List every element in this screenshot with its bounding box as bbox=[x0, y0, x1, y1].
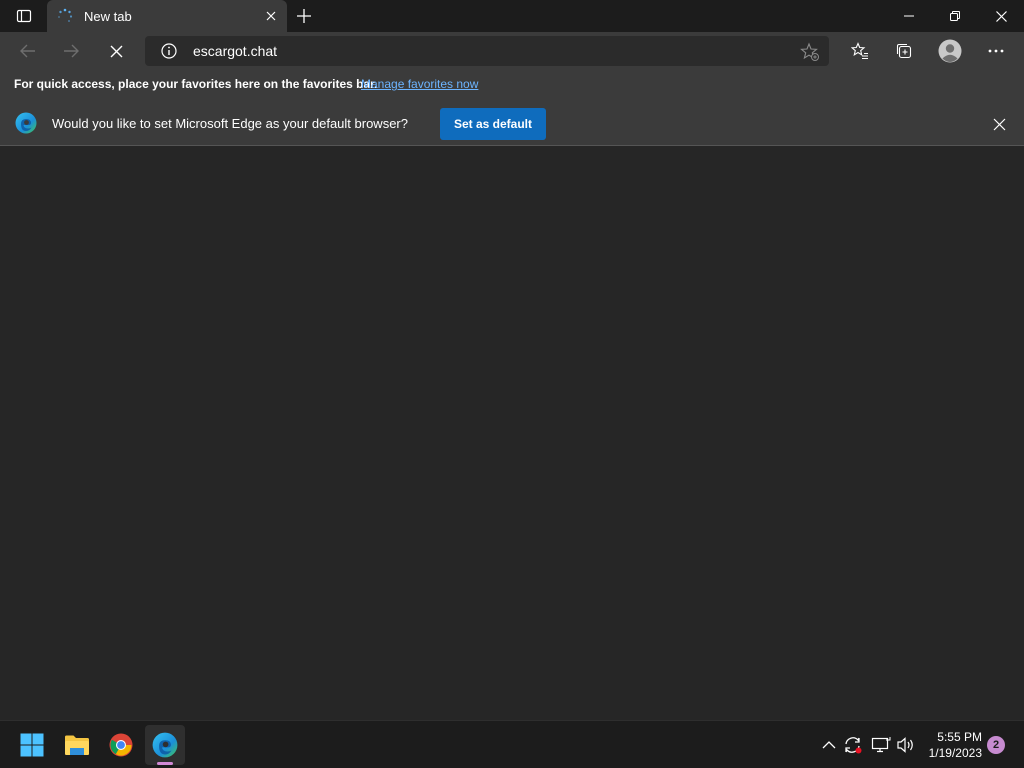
page-content-area[interactable] bbox=[0, 147, 1024, 720]
arrow-left-icon bbox=[20, 44, 35, 58]
desktop-screen: New tab escargot.chat For quick access, … bbox=[0, 0, 1024, 768]
forward-button[interactable] bbox=[55, 35, 87, 67]
tab-new-tab[interactable]: New tab bbox=[47, 0, 287, 32]
title-bar: New tab bbox=[0, 0, 1024, 32]
chrome-icon bbox=[109, 733, 133, 757]
manage-favorites-link[interactable]: Manage favorites now bbox=[361, 77, 478, 91]
close-icon bbox=[266, 11, 276, 21]
favorites-star-icon bbox=[851, 42, 868, 60]
new-tab-button[interactable] bbox=[292, 4, 316, 28]
active-app-indicator bbox=[157, 762, 173, 765]
tab-close-button[interactable] bbox=[263, 8, 279, 24]
star-add-icon bbox=[800, 42, 819, 61]
tab-title: New tab bbox=[84, 9, 132, 24]
loading-spinner-icon bbox=[58, 8, 73, 22]
minimize-button[interactable] bbox=[886, 0, 932, 32]
chrome-button[interactable] bbox=[101, 725, 141, 765]
profile-button[interactable] bbox=[934, 35, 966, 67]
address-url[interactable]: escargot.chat bbox=[193, 43, 277, 59]
windows-start-icon bbox=[20, 733, 44, 757]
back-button[interactable] bbox=[12, 35, 44, 67]
more-dots-icon bbox=[988, 49, 1004, 53]
file-explorer-button[interactable] bbox=[57, 725, 97, 765]
address-bar[interactable]: escargot.chat bbox=[145, 36, 829, 66]
network-monitor-icon bbox=[871, 737, 891, 753]
close-window-button[interactable] bbox=[978, 0, 1024, 32]
network-button[interactable] bbox=[871, 735, 891, 755]
start-button[interactable] bbox=[12, 725, 52, 765]
favorites-bar-message: For quick access, place your favorites h… bbox=[14, 77, 378, 91]
close-icon bbox=[993, 118, 1005, 130]
collections-icon bbox=[896, 43, 912, 59]
set-as-default-button[interactable]: Set as default bbox=[440, 108, 546, 140]
edge-icon bbox=[152, 732, 178, 758]
show-hidden-icons-button[interactable] bbox=[819, 735, 839, 755]
info-icon[interactable] bbox=[161, 43, 177, 59]
stop-icon bbox=[110, 45, 122, 57]
taskbar-clock[interactable]: 5:55 PM 1/19/2023 bbox=[920, 729, 982, 761]
default-browser-message: Would you like to set Microsoft Edge as … bbox=[52, 116, 408, 131]
arrow-right-icon bbox=[64, 44, 79, 58]
taskbar: 5:55 PM 1/19/2023 bbox=[0, 720, 1024, 768]
default-browser-infobar: Would you like to set Microsoft Edge as … bbox=[0, 100, 1024, 243]
favorites-bar: For quick access, place your favorites h… bbox=[0, 70, 1024, 100]
restore-icon bbox=[950, 11, 960, 21]
notification-badge[interactable]: 2 bbox=[987, 736, 1005, 754]
stop-loading-button[interactable] bbox=[100, 35, 132, 67]
avatar-icon bbox=[938, 39, 962, 63]
sync-icon bbox=[845, 737, 862, 754]
sync-status-button[interactable] bbox=[843, 735, 863, 755]
folder-icon bbox=[65, 735, 89, 755]
add-favorite-button[interactable] bbox=[799, 41, 821, 63]
infobar-close-button[interactable] bbox=[988, 113, 1010, 135]
clock-date: 1/19/2023 bbox=[928, 746, 982, 760]
chevron-up-icon bbox=[822, 741, 836, 749]
edge-taskbar-button[interactable] bbox=[145, 725, 185, 765]
clock-time: 5:55 PM bbox=[937, 730, 982, 744]
close-icon bbox=[995, 10, 1007, 22]
minimize-icon bbox=[904, 15, 914, 17]
settings-more-button[interactable] bbox=[980, 35, 1012, 67]
speaker-icon bbox=[897, 737, 913, 753]
tab-actions-menu-button[interactable] bbox=[10, 6, 38, 26]
collections-button[interactable] bbox=[888, 35, 920, 67]
tab-actions-icon bbox=[16, 9, 32, 23]
plus-icon bbox=[297, 9, 311, 23]
favorites-button[interactable] bbox=[844, 35, 876, 67]
browser-toolbar: escargot.chat bbox=[0, 32, 1024, 70]
restore-button[interactable] bbox=[932, 0, 978, 32]
volume-button[interactable] bbox=[896, 735, 916, 755]
edge-logo-icon bbox=[15, 112, 37, 134]
